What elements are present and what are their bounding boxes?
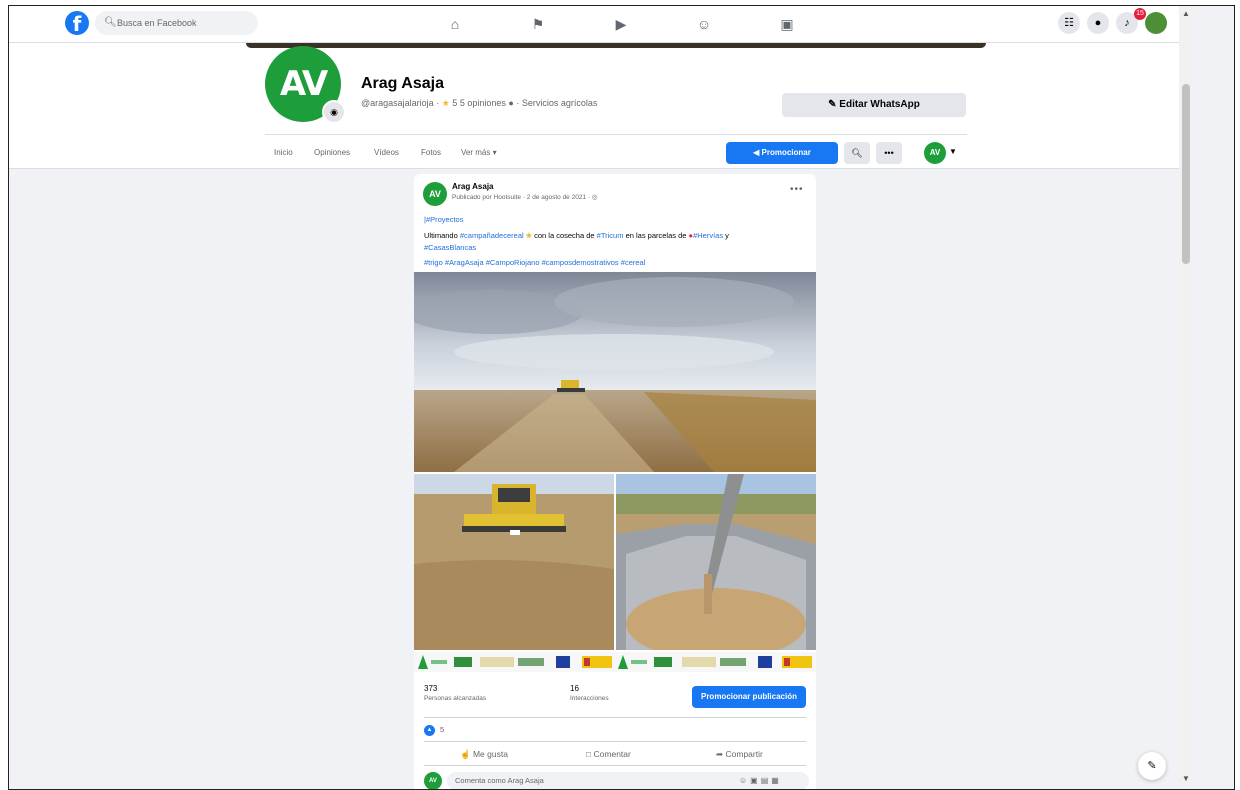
post-photo-grain[interactable]: [616, 474, 816, 650]
divider: [424, 717, 806, 718]
post-text-line[interactable]: |#Proyectos: [424, 215, 463, 224]
more-options-button[interactable]: •••: [876, 142, 902, 164]
camera-icon[interactable]: ◉: [322, 100, 346, 124]
page-subtitle: @aragasajalarioja · ★ 5 5 opiniones ● · …: [361, 98, 598, 108]
post-photo-harvester[interactable]: [414, 474, 614, 650]
photo-field-svg: [414, 272, 816, 472]
post-author-avatar[interactable]: AV: [423, 182, 447, 206]
page-header: AV ◉ Arag Asaja @aragasajalarioja · ★ 5 …: [9, 43, 1179, 169]
divider: [424, 741, 806, 742]
edit-whatsapp-button[interactable]: ✎ Editar WhatsApp: [782, 93, 966, 117]
pencil-icon: ✎: [828, 99, 837, 110]
photo-grain-svg: [616, 474, 816, 650]
post-meta: Publicado por Hootsuite · 2 de agosto de…: [452, 194, 598, 201]
post-photo-field[interactable]: [414, 272, 816, 472]
tab-fotos[interactable]: Fotos: [421, 148, 441, 157]
comment-input[interactable]: Comenta como Arag Asaja ☺▣▤▦: [447, 772, 809, 789]
menu-grid-icon[interactable]: ☷: [1058, 12, 1080, 34]
thumbs-up-icon: ☝: [460, 749, 471, 759]
tab-videos[interactable]: Vídeos: [374, 148, 399, 157]
page-search-button[interactable]: 🔍︎: [844, 142, 870, 164]
share-button[interactable]: ➦ Compartir: [716, 749, 763, 760]
commenter-avatar[interactable]: AV: [424, 772, 442, 789]
post-text-line: Ultimando #campañadecereal ❀ con la cose…: [424, 231, 729, 240]
pages-flag-icon[interactable]: ⚑: [528, 14, 548, 34]
scroll-down-arrow-icon[interactable]: ▼: [1182, 774, 1190, 783]
comment-tools: ☺▣▤▦: [739, 772, 782, 789]
camera-icon[interactable]: ▣: [750, 776, 761, 785]
search-placeholder: Busca en Facebook: [117, 18, 197, 28]
reach-value: 373: [424, 684, 438, 693]
post-options-icon[interactable]: •••: [790, 184, 804, 195]
page-title: Arag Asaja: [361, 75, 444, 92]
sponsor-logos-svg: [418, 655, 812, 669]
messenger-icon[interactable]: ●: [1087, 12, 1109, 34]
header-divider: [265, 134, 967, 135]
wheat-emoji-icon: ❀: [523, 231, 533, 240]
reach-label: Personas alcanzadas: [424, 695, 487, 702]
comment-bubble-icon: □: [586, 749, 592, 759]
interactions-label: Interacciones: [570, 695, 609, 702]
promote-post-button[interactable]: Promocionar publicación: [692, 686, 806, 708]
sticker-icon[interactable]: ▦: [771, 776, 782, 785]
comment-button[interactable]: □ Comentar: [586, 749, 631, 759]
photo-harvester-svg: [414, 474, 614, 650]
like-button[interactable]: ☝ Me gusta: [460, 749, 508, 760]
star-icon: ★: [441, 98, 450, 108]
cover-photo[interactable]: [246, 43, 986, 48]
post-hashtags[interactable]: #trigo #AragAsaja #CampoRiojano #camposd…: [424, 258, 645, 267]
account-avatar[interactable]: [1145, 12, 1167, 34]
scrollbar[interactable]: ▲ ▼: [1179, 6, 1193, 789]
search-icon: 🔍︎: [851, 148, 863, 158]
groups-icon[interactable]: ☺: [694, 14, 714, 34]
browser-viewport: f 🔍︎ Busca en Facebook ⌂ ⚑ ▶ ☺ ▣ ☷ ● ♪ 1…: [8, 5, 1235, 790]
likes-count[interactable]: 5: [440, 725, 444, 734]
facebook-logo-icon[interactable]: f: [65, 11, 89, 36]
new-message-compose-icon[interactable]: ✎: [1138, 752, 1166, 780]
page-switcher-avatar[interactable]: AV: [924, 142, 946, 164]
promote-button[interactable]: ◀ Promocionar: [726, 142, 838, 164]
share-arrow-icon: ➦: [716, 749, 724, 759]
page-rating: 5: [452, 98, 458, 108]
notifications-badge: 15: [1134, 8, 1146, 20]
home-icon[interactable]: ⌂: [445, 14, 465, 34]
info-icon: ●: [508, 98, 514, 108]
interactions-value: 16: [570, 684, 579, 693]
watch-video-icon[interactable]: ▶: [611, 14, 631, 34]
gaming-icon[interactable]: ▣: [777, 14, 797, 34]
globe-icon: ◎: [591, 194, 598, 201]
divider: [424, 765, 806, 766]
page-handle: @aragasajalarioja: [361, 98, 434, 108]
scroll-up-arrow-icon[interactable]: ▲: [1182, 9, 1190, 18]
emoji-icon[interactable]: ☺: [739, 776, 750, 785]
scrollbar-thumb[interactable]: [1182, 84, 1190, 264]
post-author-name[interactable]: Arag Asaja: [452, 182, 494, 191]
search-icon: 🔍︎: [104, 17, 117, 28]
top-navigation-bar: f 🔍︎ Busca en Facebook ⌂ ⚑ ▶ ☺ ▣ ☷ ● ♪ 1…: [9, 6, 1179, 43]
caret-down-icon: ▾: [492, 148, 497, 157]
megaphone-icon: ◀: [753, 148, 760, 157]
tab-opiniones[interactable]: Opiniones: [314, 148, 350, 157]
search-input[interactable]: 🔍︎ Busca en Facebook: [95, 11, 258, 35]
like-reaction-icon[interactable]: ▲: [424, 725, 435, 736]
tab-ver-mas[interactable]: Ver más ▾: [461, 148, 497, 157]
comment-placeholder: Comenta como Arag Asaja: [455, 776, 544, 785]
ellipsis-icon: •••: [884, 148, 894, 158]
caret-down-icon[interactable]: ▼: [949, 147, 957, 156]
sponsor-logos-strip: [414, 652, 816, 672]
page-reviews[interactable]: 5 opiniones: [460, 98, 506, 108]
gif-icon[interactable]: ▤: [761, 776, 772, 785]
post-card: AV Arag Asaja Publicado por Hootsuite · …: [414, 174, 816, 789]
page-category: Servicios agrícolas: [521, 98, 598, 108]
post-text-line[interactable]: #CasasBlancas: [424, 243, 476, 252]
tab-inicio[interactable]: Inicio: [274, 148, 293, 157]
